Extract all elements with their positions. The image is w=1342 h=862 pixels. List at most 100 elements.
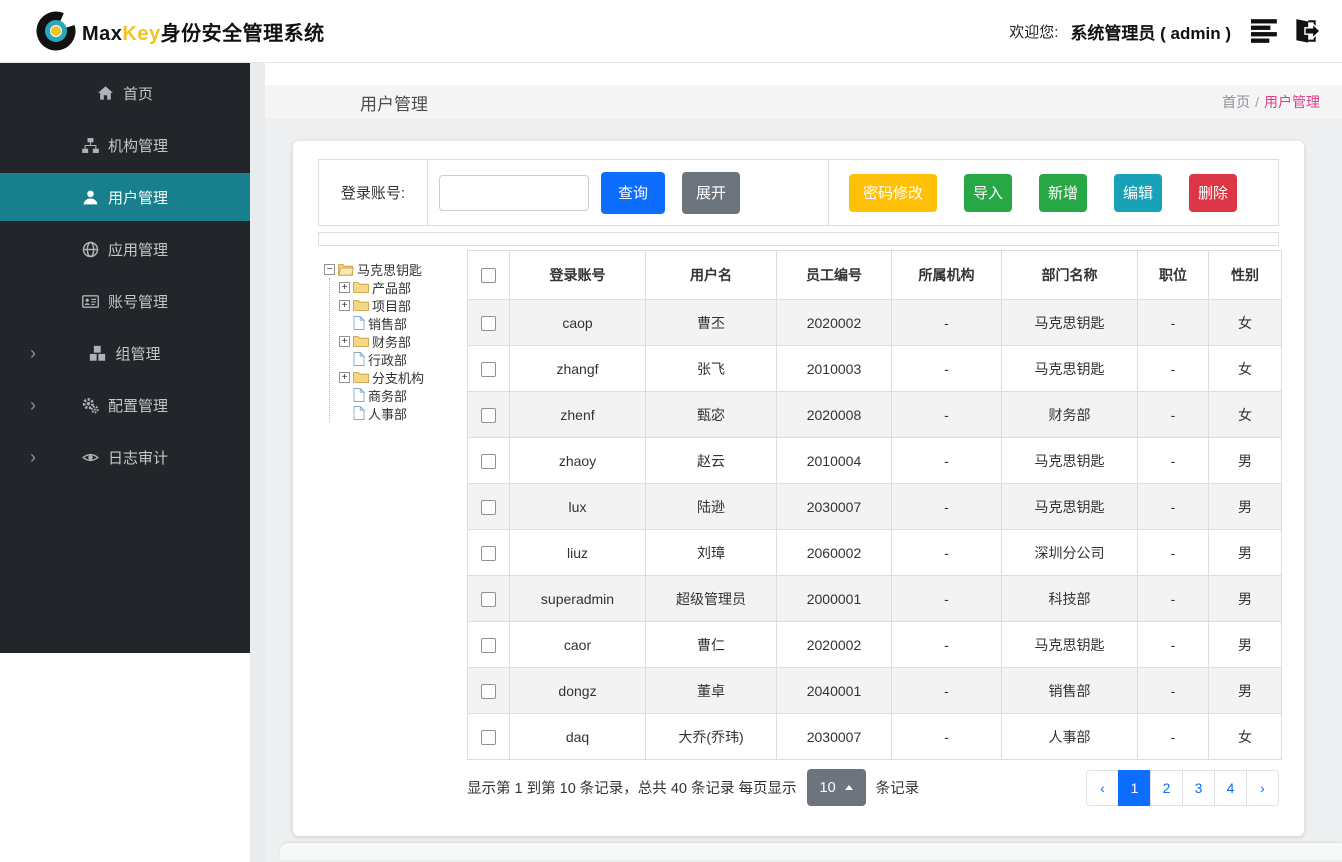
table-cell: 曹仁	[645, 621, 777, 668]
table-cell: daq	[509, 713, 646, 760]
table-cell: 甄宓	[645, 391, 777, 438]
sidebar-item-label: 首页	[122, 85, 153, 103]
row-checkbox[interactable]	[481, 591, 496, 607]
tree-node[interactable]: 人事部	[339, 404, 467, 422]
table-cell: -	[891, 345, 1002, 392]
table-row[interactable]: superadmin 超级管理员 2000001- 科技部 - 男	[467, 575, 1282, 622]
pager-page-2[interactable]: 2	[1150, 769, 1183, 806]
table-row[interactable]: liuz 刘璋 2060002- 深圳分公司 - 男	[467, 529, 1282, 576]
sidebar-item-org[interactable]: 机构管理	[0, 119, 250, 171]
sidebar-item-label: 应用管理	[107, 241, 168, 259]
app-title: MaxKey身份安全管理系统	[82, 17, 325, 46]
edit-button[interactable]: 编辑	[1114, 173, 1162, 212]
sidebar-item-home[interactable]: 首页	[0, 67, 250, 119]
table-row[interactable]: zhangf 张飞 2010003- 马克思钥匙 - 女	[467, 345, 1282, 392]
breadcrumb: 首页 / 用户管理	[1222, 92, 1320, 112]
column-header: 部门名称	[1001, 250, 1138, 300]
row-checkbox[interactable]	[481, 453, 496, 469]
query-button[interactable]: 查询	[601, 171, 665, 214]
tree-node-label: 项目部	[372, 298, 412, 314]
pager-page-3[interactable]: 3	[1182, 769, 1215, 806]
delete-button[interactable]: 删除	[1189, 173, 1237, 212]
table-cell: caop	[509, 299, 646, 346]
tree-node[interactable]: + 分支机构	[339, 368, 467, 386]
select-all-checkbox[interactable]	[481, 268, 496, 284]
change-password-button[interactable]: 密码修改	[849, 173, 937, 212]
row-checkbox[interactable]	[481, 637, 496, 653]
row-checkbox[interactable]	[481, 315, 496, 331]
pager-page-4[interactable]: 4	[1214, 769, 1247, 806]
plus-box-icon[interactable]: +	[339, 335, 350, 347]
page-size-dropdown[interactable]: 10	[806, 769, 866, 806]
tree-node[interactable]: + 项目部	[339, 296, 467, 314]
sidebar-item-app[interactable]: 应用管理	[0, 223, 250, 275]
import-button[interactable]: 导入	[964, 173, 1012, 212]
minus-box-icon[interactable]: −	[324, 263, 335, 275]
row-checkbox[interactable]	[481, 729, 496, 745]
sidebar-item-config[interactable]: › 配置管理	[0, 379, 250, 431]
breadcrumb-home-link[interactable]: 首页	[1222, 94, 1250, 110]
table-cell: 2030007	[776, 483, 892, 530]
table-row[interactable]: caor 曹仁 2020002- 马克思钥匙 - 男	[467, 621, 1282, 668]
row-select-cell	[467, 713, 510, 760]
sidebar-item-account[interactable]: 账号管理	[0, 275, 250, 327]
table-cell: 马克思钥匙	[1001, 437, 1138, 484]
table-cell: -	[891, 529, 1002, 576]
page-size-value: 10	[819, 779, 836, 796]
row-checkbox[interactable]	[481, 361, 496, 377]
pager-next[interactable]: ›	[1246, 769, 1279, 806]
table-cell: 财务部	[1001, 391, 1138, 438]
tree-node[interactable]: + 财务部	[339, 332, 467, 350]
tree-node-label: 销售部	[368, 316, 408, 332]
sidebar-item-label: 用户管理	[107, 189, 168, 207]
sidebar-item-label: 组管理	[115, 345, 161, 363]
table-cell: zhangf	[509, 345, 646, 392]
user-management-card: 登录账号: 查询 展开 密码修改 导入 新增 编辑 删除 − 马克思钥匙 + 产品部 +…	[293, 141, 1304, 836]
pager-page-1[interactable]: 1	[1118, 769, 1151, 806]
row-checkbox[interactable]	[481, 545, 496, 561]
plus-box-icon[interactable]: +	[339, 299, 350, 311]
menu-icon[interactable]	[1251, 18, 1279, 44]
tree-node[interactable]: + 产品部	[339, 278, 467, 296]
gears-icon	[82, 397, 99, 414]
sidebar-item-group[interactable]: › 组管理	[0, 327, 250, 379]
chevron-right-icon: ›	[30, 395, 36, 415]
add-button[interactable]: 新增	[1039, 173, 1087, 212]
plus-box-icon[interactable]: +	[339, 281, 350, 293]
table-cell: dongz	[509, 667, 646, 714]
sidebar-item-audit[interactable]: › 日志审计	[0, 431, 250, 483]
column-header: 员工编号	[776, 250, 892, 300]
tree-node[interactable]: 行政部	[339, 350, 467, 368]
row-checkbox[interactable]	[481, 499, 496, 515]
table-row[interactable]: lux 陆逊 2030007- 马克思钥匙 - 男	[467, 483, 1282, 530]
column-header: 性别	[1208, 250, 1282, 300]
table-cell: superadmin	[509, 575, 646, 622]
tree-node-root[interactable]: − 马克思钥匙	[324, 260, 467, 278]
table-row[interactable]: zhaoy 赵云 2010004- 马克思钥匙 - 男	[467, 437, 1282, 484]
sidebar-item-user[interactable]: 用户管理	[0, 173, 250, 221]
table-row[interactable]: caop 曹丕 2020002- 马克思钥匙 - 女	[467, 299, 1282, 346]
expand-button[interactable]: 展开	[682, 171, 740, 214]
table-cell: 张飞	[645, 345, 777, 392]
top-header: MaxKey身份安全管理系统 欢迎您: 系统管理员 ( admin )	[0, 0, 1342, 63]
login-account-input[interactable]	[439, 174, 589, 211]
sidebar-item-label: 机构管理	[107, 137, 168, 155]
sidebar-item-label: 账号管理	[107, 293, 168, 311]
row-checkbox[interactable]	[481, 683, 496, 699]
plus-box-icon[interactable]: +	[339, 371, 350, 383]
row-checkbox[interactable]	[481, 407, 496, 423]
advanced-search-collapsed-panel	[318, 232, 1279, 246]
logout-icon[interactable]	[1291, 18, 1320, 44]
table-cell: 2030007	[776, 713, 892, 760]
tree-node[interactable]: 商务部	[339, 386, 467, 404]
page-title-bar: 用户管理 首页 / 用户管理	[265, 85, 1342, 119]
tree-node[interactable]: 销售部	[339, 314, 467, 332]
table-cell: zhaoy	[509, 437, 646, 484]
table-row[interactable]: daq 大乔(乔玮) 2030007- 人事部 - 女	[467, 713, 1282, 760]
table-row[interactable]: dongz 董卓 2040001- 销售部 - 男	[467, 667, 1282, 714]
home-icon	[97, 85, 114, 102]
pager-prev[interactable]: ‹	[1086, 769, 1119, 806]
row-select-cell	[467, 575, 510, 622]
row-select-cell	[467, 437, 510, 484]
table-row[interactable]: zhenf 甄宓 2020008- 财务部 - 女	[467, 391, 1282, 438]
